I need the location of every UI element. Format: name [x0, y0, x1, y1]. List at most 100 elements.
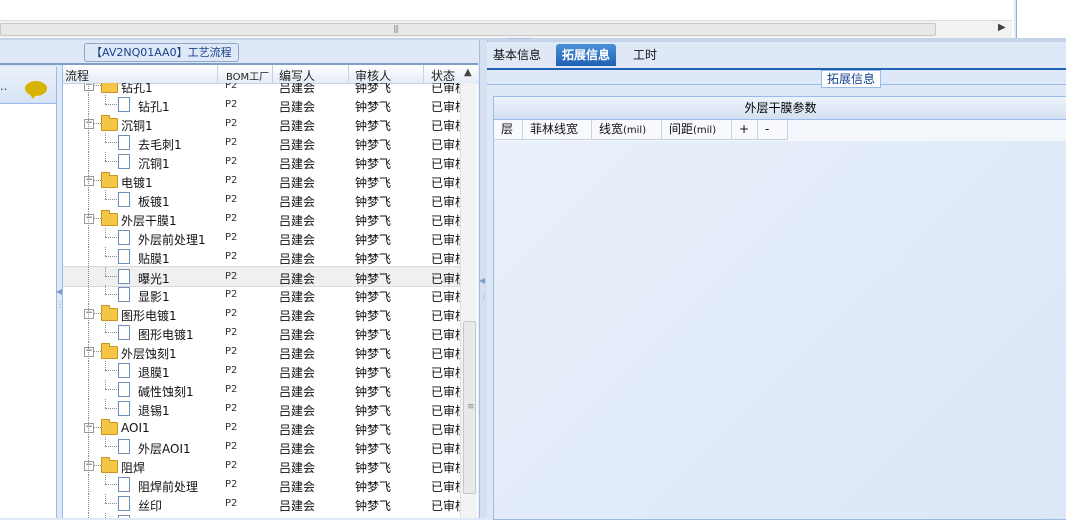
status-text: 已审核 [431, 195, 460, 209]
status-text: 已审核 [431, 347, 460, 361]
tree-node-row[interactable]: 外层前处理1 P2 吕建会 钟梦飞 已审核 [63, 228, 460, 247]
collapse-right-icon[interactable]: ◀ [479, 276, 485, 285]
vertical-scroll-thumb[interactable]: ≡ [463, 321, 476, 494]
bom-factory: P2 [225, 194, 238, 205]
col-film-linewidth[interactable]: 菲林线宽 [523, 120, 592, 140]
remove-row-button[interactable]: - [758, 120, 788, 140]
col-header-status[interactable]: 状态 [431, 67, 455, 84]
tree-node-row[interactable]: 碱性蚀刻1 P2 吕建会 钟梦飞 已审核 [63, 380, 460, 399]
tree-connector [105, 361, 106, 370]
col-linewidth[interactable]: 线宽(mil) [592, 120, 662, 140]
tree-folder-row[interactable]: − 图形电镀1 P2 吕建会 钟梦飞 已审核 [63, 304, 460, 323]
horizontal-scroll-thumb[interactable] [0, 23, 936, 36]
grid-header: 流程 BOM工厂 编写人 审核人 状态 [63, 65, 478, 84]
bom-factory: P2 [225, 213, 238, 224]
bom-factory: P2 [225, 137, 238, 148]
tree-connector [105, 389, 117, 390]
col-linewidth-label: 线宽 [599, 122, 624, 136]
reviewer-name: 钟梦飞 [355, 195, 392, 209]
tree-node-row[interactable]: 阻焊前处理 P2 吕建会 钟梦飞 已审核 [63, 475, 460, 494]
bom-factory: P2 [225, 251, 238, 262]
document-icon [118, 477, 130, 492]
bom-factory: P2 [225, 156, 238, 167]
collapse-toggle-icon[interactable]: − [84, 309, 94, 319]
tree-connector [105, 247, 106, 256]
collapse-toggle-icon[interactable]: − [84, 347, 94, 357]
tree-node-row[interactable]: 退膜1 P2 吕建会 钟梦飞 已审核 [63, 361, 460, 380]
tree-connector [88, 437, 89, 456]
status-text: 已审核 [431, 480, 460, 494]
comment-bubble-icon[interactable] [25, 81, 47, 99]
document-icon [118, 249, 130, 264]
col-separator[interactable] [423, 65, 424, 83]
col-film-linewidth-label: 菲林线宽 [530, 122, 579, 136]
reviewer-name: 钟梦飞 [355, 461, 392, 475]
col-separator[interactable] [217, 65, 218, 83]
tree-node-row[interactable]: 退锡1 P2 吕建会 钟梦飞 已审核 [63, 399, 460, 418]
tree-connector [88, 380, 89, 399]
collapse-toggle-icon[interactable]: − [84, 461, 94, 471]
process-name: 阻焊 [121, 461, 146, 475]
col-header-reviewer[interactable]: 审核人 [355, 67, 391, 84]
tree-folder-row[interactable]: − 沉铜1 P2 吕建会 钟梦飞 已审核 [63, 114, 460, 133]
document-icon [118, 97, 130, 112]
status-text: 已审核 [431, 423, 460, 437]
tab-work-hours[interactable]: 工时 [627, 44, 663, 66]
reviewer-name: 钟梦飞 [355, 290, 392, 304]
tree-folder-row[interactable]: − AOI1 P2 吕建会 钟梦飞 已审核 [63, 418, 460, 437]
tree-node-row[interactable]: 显影1 P2 吕建会 钟梦飞 已审核 [63, 285, 460, 304]
reviewer-name: 钟梦飞 [355, 404, 392, 418]
tree-node-row[interactable]: 外层AOI1 P2 吕建会 钟梦飞 已审核 [63, 437, 460, 456]
tree-connector [105, 437, 106, 446]
col-separator[interactable] [348, 65, 349, 83]
writer-name: 吕建会 [279, 480, 316, 494]
collapse-toggle-icon[interactable]: − [84, 423, 94, 433]
reviewer-name: 钟梦飞 [355, 119, 392, 133]
col-layer[interactable]: 层 [494, 120, 523, 140]
collapse-toggle-icon[interactable]: − [84, 83, 94, 91]
tree-node-row[interactable]: 沉铜1 P2 吕建会 钟梦飞 已审核 [63, 152, 460, 171]
vertical-scrollbar[interactable]: ▲ ≡ [460, 67, 477, 518]
col-header-process[interactable]: 流程 [65, 67, 89, 84]
tree-node-row[interactable]: 板镀1 P2 吕建会 钟梦飞 已审核 [63, 190, 460, 209]
writer-name: 吕建会 [279, 157, 316, 171]
col-header-bom[interactable]: BOM工厂 [226, 68, 269, 83]
collapse-toggle-icon[interactable]: − [84, 119, 94, 129]
col-layer-label: 层 [501, 122, 514, 136]
collapse-toggle-icon[interactable]: − [84, 214, 94, 224]
collapse-toggle-icon[interactable]: − [84, 176, 94, 186]
tree-folder-row[interactable]: − 阻焊 P2 吕建会 钟梦飞 已审核 [63, 456, 460, 475]
tree-node-row[interactable]: 预烘P2吕建会钟梦飞已审核 [63, 513, 460, 518]
bom-factory: P2 [225, 365, 238, 376]
tree-folder-row[interactable]: − 外层干膜1 P2 吕建会 钟梦飞 已审核 [63, 209, 460, 228]
writer-name: 吕建会 [279, 252, 316, 266]
col-separator[interactable] [272, 65, 273, 83]
tree-folder-row[interactable]: −钻孔1P2吕建会钟梦飞已审核 [63, 83, 460, 95]
tree-node-row[interactable]: 钻孔1 P2 吕建会 钟梦飞 已审核 [63, 95, 460, 114]
tab-extended-info[interactable]: 拓展信息 [556, 44, 617, 66]
tree-node-row[interactable]: 图形电镀1 P2 吕建会 钟梦飞 已审核 [63, 323, 460, 342]
tree-folder-row[interactable]: − 外层蚀刻1 P2 吕建会 钟梦飞 已审核 [63, 342, 460, 361]
tree-connector [105, 484, 117, 485]
scroll-up-arrow-icon[interactable]: ▲ [464, 67, 472, 78]
tree-node-row[interactable]: 去毛刺1 P2 吕建会 钟梦飞 已审核 [63, 133, 460, 152]
process-name: 板镀1 [138, 195, 170, 209]
tree-connector [105, 475, 106, 484]
tree-node-row[interactable]: 曝光1P2吕建会钟梦飞已审核 [63, 266, 460, 287]
col-spacing[interactable]: 间距(mil) [662, 120, 732, 140]
tree-folder-row[interactable]: − 电镀1 P2 吕建会 钟梦飞 已审核 [63, 171, 460, 190]
bom-factory: P2 [225, 441, 238, 452]
tree-connector [105, 161, 117, 162]
reviewer-name: 钟梦飞 [355, 423, 392, 437]
col-header-writer[interactable]: 编写人 [279, 67, 315, 84]
tree-connector [88, 304, 89, 323]
tab-basic-info[interactable]: 基本信息 [487, 44, 547, 66]
tree-node-row[interactable]: 贴膜1 P2 吕建会 钟梦飞 已审核 [63, 247, 460, 266]
tree-node-row[interactable]: 丝印 P2 吕建会 钟梦飞 已审核 [63, 494, 460, 513]
horizontal-scrollbar[interactable]: ||| ▶ [0, 20, 1012, 39]
add-row-button[interactable]: + [732, 120, 758, 140]
tree-connector [105, 285, 106, 294]
writer-name: 吕建会 [279, 461, 316, 475]
scroll-right-arrow-icon[interactable]: ▶ [998, 22, 1006, 33]
document-icon [118, 439, 130, 454]
